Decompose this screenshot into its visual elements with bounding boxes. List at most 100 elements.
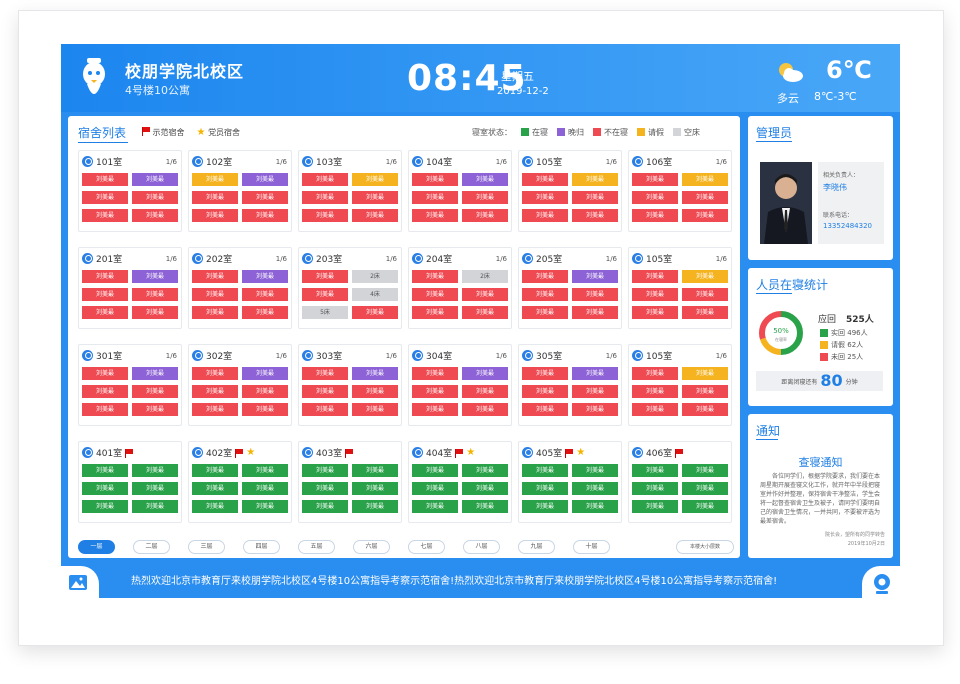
bed-slot[interactable]: 刘美最: [302, 464, 348, 477]
bed-slot[interactable]: 刘美最: [412, 288, 458, 301]
bed-slot[interactable]: 刘美最: [682, 403, 728, 416]
floor-count-button[interactable]: 本楼大小层数: [676, 540, 734, 554]
bed-slot[interactable]: 刘美最: [412, 500, 458, 513]
bed-slot[interactable]: 刘美最: [632, 367, 678, 380]
bed-slot[interactable]: 刘美最: [302, 209, 348, 222]
bed-slot[interactable]: 刘美最: [132, 288, 178, 301]
room-card[interactable]: 202室 1/6 刘美最 刘美最 刘美最 刘美最 刘美最 刘美最: [188, 247, 292, 329]
bed-slot[interactable]: 刘美最: [192, 191, 238, 204]
bed-slot[interactable]: 刘美最: [632, 482, 678, 495]
bed-slot[interactable]: 刘美最: [682, 367, 728, 380]
bed-slot[interactable]: 刘美最: [682, 500, 728, 513]
bed-slot[interactable]: 刘美最: [682, 482, 728, 495]
bed-slot[interactable]: 刘美最: [192, 385, 238, 398]
room-card[interactable]: 301室 1/6 刘美最 刘美最 刘美最 刘美最 刘美最 刘美最: [78, 344, 182, 426]
bed-slot[interactable]: 刘美最: [352, 209, 398, 222]
bed-slot[interactable]: 刘美最: [522, 385, 568, 398]
bed-slot[interactable]: 刘美最: [82, 367, 128, 380]
bed-slot[interactable]: 刘美最: [572, 403, 618, 416]
bed-slot[interactable]: 刘美最: [242, 306, 288, 319]
bed-slot[interactable]: 刘美最: [352, 191, 398, 204]
bed-slot[interactable]: 4床: [352, 288, 398, 301]
camera-button[interactable]: [862, 566, 900, 598]
bed-slot[interactable]: 刘美最: [302, 173, 348, 186]
bed-slot[interactable]: 刘美最: [302, 270, 348, 283]
bed-slot[interactable]: 刘美最: [572, 209, 618, 222]
bed-slot[interactable]: 刘美最: [632, 191, 678, 204]
bed-slot[interactable]: 刘美最: [682, 385, 728, 398]
bed-slot[interactable]: 刘美最: [462, 403, 508, 416]
bed-slot[interactable]: 5床: [302, 306, 348, 319]
bed-slot[interactable]: 刘美最: [572, 288, 618, 301]
bed-slot[interactable]: 刘美最: [462, 288, 508, 301]
bed-slot[interactable]: 刘美最: [572, 191, 618, 204]
bed-slot[interactable]: 刘美最: [82, 288, 128, 301]
room-card[interactable]: 204室 1/6 刘美最 2床 刘美最 刘美最 刘美最 刘美最: [408, 247, 512, 329]
bed-slot[interactable]: 刘美最: [192, 367, 238, 380]
bed-slot[interactable]: 刘美最: [522, 403, 568, 416]
bed-slot[interactable]: 刘美最: [192, 403, 238, 416]
bed-slot[interactable]: 刘美最: [82, 209, 128, 222]
bed-slot[interactable]: 刘美最: [192, 482, 238, 495]
bed-slot[interactable]: 刘美最: [352, 500, 398, 513]
bed-slot[interactable]: 2床: [462, 270, 508, 283]
floor-tab[interactable]: 四层: [243, 540, 280, 554]
bed-slot[interactable]: 刘美最: [352, 385, 398, 398]
bed-slot[interactable]: 刘美最: [242, 500, 288, 513]
bed-slot[interactable]: 刘美最: [462, 306, 508, 319]
bed-slot[interactable]: 刘美最: [242, 403, 288, 416]
bed-slot[interactable]: 刘美最: [522, 270, 568, 283]
room-card[interactable]: 403室 刘美最 刘美最 刘美最 刘美最 刘美最 刘美最: [298, 441, 402, 523]
bed-slot[interactable]: 刘美最: [242, 270, 288, 283]
bed-slot[interactable]: 刘美最: [522, 191, 568, 204]
bed-slot[interactable]: 刘美最: [82, 464, 128, 477]
room-card[interactable]: 104室 1/6 刘美最 刘美最 刘美最 刘美最 刘美最 刘美最: [408, 150, 512, 232]
bed-slot[interactable]: 刘美最: [462, 500, 508, 513]
room-card[interactable]: 101室 1/6 刘美最 刘美最 刘美最 刘美最 刘美最 刘美最: [78, 150, 182, 232]
bed-slot[interactable]: 刘美最: [242, 367, 288, 380]
bed-slot[interactable]: 刘美最: [352, 482, 398, 495]
bed-slot[interactable]: 刘美最: [572, 306, 618, 319]
bed-slot[interactable]: 刘美最: [192, 288, 238, 301]
room-card[interactable]: 401室 刘美最 刘美最 刘美最 刘美最 刘美最 刘美最: [78, 441, 182, 523]
bed-slot[interactable]: 刘美最: [412, 403, 458, 416]
bed-slot[interactable]: 刘美最: [352, 306, 398, 319]
bed-slot[interactable]: 刘美最: [242, 482, 288, 495]
floor-tab[interactable]: 六层: [353, 540, 390, 554]
bed-slot[interactable]: 刘美最: [412, 367, 458, 380]
bed-slot[interactable]: 刘美最: [82, 306, 128, 319]
bed-slot[interactable]: 刘美最: [192, 464, 238, 477]
floor-tab[interactable]: 三层: [188, 540, 225, 554]
bed-slot[interactable]: 刘美最: [132, 270, 178, 283]
bed-slot[interactable]: 刘美最: [462, 191, 508, 204]
bed-slot[interactable]: 刘美最: [302, 367, 348, 380]
bed-slot[interactable]: 刘美最: [462, 385, 508, 398]
bed-slot[interactable]: 刘美最: [572, 464, 618, 477]
bed-slot[interactable]: 刘美最: [82, 270, 128, 283]
bed-slot[interactable]: 刘美最: [522, 482, 568, 495]
room-card[interactable]: 304室 1/6 刘美最 刘美最 刘美最 刘美最 刘美最 刘美最: [408, 344, 512, 426]
bed-slot[interactable]: 刘美最: [572, 270, 618, 283]
bed-slot[interactable]: 刘美最: [302, 403, 348, 416]
room-card[interactable]: 105室 1/6 刘美最 刘美最 刘美最 刘美最 刘美最 刘美最: [518, 150, 622, 232]
bed-slot[interactable]: 刘美最: [132, 173, 178, 186]
bed-slot[interactable]: 刘美最: [682, 173, 728, 186]
album-button[interactable]: [61, 566, 99, 598]
room-card[interactable]: 201室 1/6 刘美最 刘美最 刘美最 刘美最 刘美最 刘美最: [78, 247, 182, 329]
bed-slot[interactable]: 刘美最: [192, 306, 238, 319]
bed-slot[interactable]: 刘美最: [632, 173, 678, 186]
room-card[interactable]: 203室 1/6 刘美最 2床 刘美最 4床 5床 刘美最: [298, 247, 402, 329]
bed-slot[interactable]: 刘美最: [682, 288, 728, 301]
bed-slot[interactable]: 刘美最: [132, 367, 178, 380]
bed-slot[interactable]: 刘美最: [572, 173, 618, 186]
bed-slot[interactable]: 刘美最: [462, 367, 508, 380]
bed-slot[interactable]: 刘美最: [522, 306, 568, 319]
bed-slot[interactable]: 刘美最: [82, 403, 128, 416]
bed-slot[interactable]: 刘美最: [412, 191, 458, 204]
room-card[interactable]: 305室 1/6 刘美最 刘美最 刘美最 刘美最 刘美最 刘美最: [518, 344, 622, 426]
bed-slot[interactable]: 刘美最: [302, 385, 348, 398]
bed-slot[interactable]: 刘美最: [242, 209, 288, 222]
bed-slot[interactable]: 刘美最: [242, 385, 288, 398]
bed-slot[interactable]: 刘美最: [242, 173, 288, 186]
room-card[interactable]: 404室 ★ 刘美最 刘美最 刘美最 刘美最 刘美最 刘美最: [408, 441, 512, 523]
